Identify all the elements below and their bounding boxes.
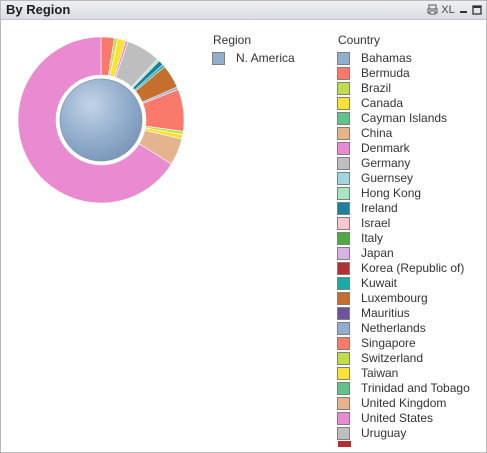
legend-swatch bbox=[337, 337, 350, 350]
export-excel-button[interactable]: XL bbox=[441, 2, 455, 17]
donut-chart bbox=[17, 36, 185, 204]
legend-swatch bbox=[337, 382, 350, 395]
legend-label: China bbox=[361, 126, 393, 140]
legend-label: Hong Kong bbox=[361, 186, 422, 200]
legend-label: Italy bbox=[361, 231, 384, 245]
legend-label: Israel bbox=[361, 216, 391, 230]
legend-label: Mauritius bbox=[361, 306, 410, 320]
legend-label: Cayman Islands bbox=[361, 111, 448, 125]
legend-label: Uruguay bbox=[361, 426, 407, 440]
chart-title: By Region bbox=[6, 2, 71, 17]
legend-swatch bbox=[337, 97, 350, 110]
legend-label: Germany bbox=[361, 156, 411, 170]
legend-swatch bbox=[337, 232, 350, 245]
legend-label: N. America bbox=[236, 51, 295, 65]
legend-swatch bbox=[337, 322, 350, 335]
inner-slice-n-america[interactable] bbox=[59, 78, 143, 162]
legend-swatch bbox=[337, 187, 350, 200]
legend-swatch bbox=[337, 82, 350, 95]
legend-label: Singapore bbox=[361, 336, 416, 350]
title-bar: By Region XL bbox=[1, 1, 486, 20]
legend-label: Bahamas bbox=[361, 51, 412, 65]
country-legend-title: Country bbox=[338, 33, 381, 47]
legend-swatch bbox=[337, 52, 350, 65]
legend-swatch bbox=[337, 427, 350, 440]
legend-swatch bbox=[212, 52, 225, 65]
legend-swatch bbox=[337, 112, 350, 125]
legend-label: Luxembourg bbox=[361, 291, 428, 305]
legend-label: Netherlands bbox=[361, 321, 426, 335]
legend-swatch bbox=[337, 262, 350, 275]
legend-label: Guernsey bbox=[361, 171, 414, 185]
maximize-icon[interactable] bbox=[471, 2, 483, 17]
chart-window: By Region XL Region N. America Country B… bbox=[0, 0, 487, 453]
legend-swatch bbox=[337, 172, 350, 185]
legend-label: United Kingdom bbox=[361, 396, 447, 410]
legend-label: Trinidad and Tobago bbox=[361, 381, 470, 395]
legend-swatch bbox=[337, 367, 350, 380]
legend-swatch bbox=[337, 247, 350, 260]
legend-label: Brazil bbox=[361, 81, 392, 95]
legend-label: Bermuda bbox=[361, 66, 410, 80]
legend-swatch bbox=[337, 307, 350, 320]
legend-swatch bbox=[337, 277, 350, 290]
legend-swatch bbox=[337, 67, 350, 80]
legend-swatch bbox=[337, 127, 350, 140]
legend-overflow-swatch bbox=[338, 441, 351, 447]
legend-swatch bbox=[337, 142, 350, 155]
legend-label: Switzerland bbox=[361, 351, 424, 365]
legend-label: Canada bbox=[361, 96, 404, 110]
legend-swatch bbox=[337, 412, 350, 425]
legend-label: Korea (Republic of) bbox=[361, 261, 465, 275]
legend-label: Ireland bbox=[361, 201, 398, 215]
legend-swatch bbox=[337, 202, 350, 215]
legend-swatch bbox=[337, 217, 350, 230]
legend-label: Japan bbox=[361, 246, 394, 260]
legend-swatch bbox=[337, 157, 350, 170]
legend-swatch bbox=[337, 292, 350, 305]
minimize-icon[interactable] bbox=[457, 2, 469, 17]
legend-label: Denmark bbox=[361, 141, 410, 155]
legend-label: Taiwan bbox=[361, 366, 399, 380]
region-legend-title: Region bbox=[213, 33, 252, 47]
print-icon[interactable] bbox=[426, 2, 439, 17]
legend-swatch bbox=[337, 352, 350, 365]
legend-swatch bbox=[337, 397, 350, 410]
legend-label: Kuwait bbox=[361, 276, 398, 290]
legend-label: United States bbox=[361, 411, 434, 425]
